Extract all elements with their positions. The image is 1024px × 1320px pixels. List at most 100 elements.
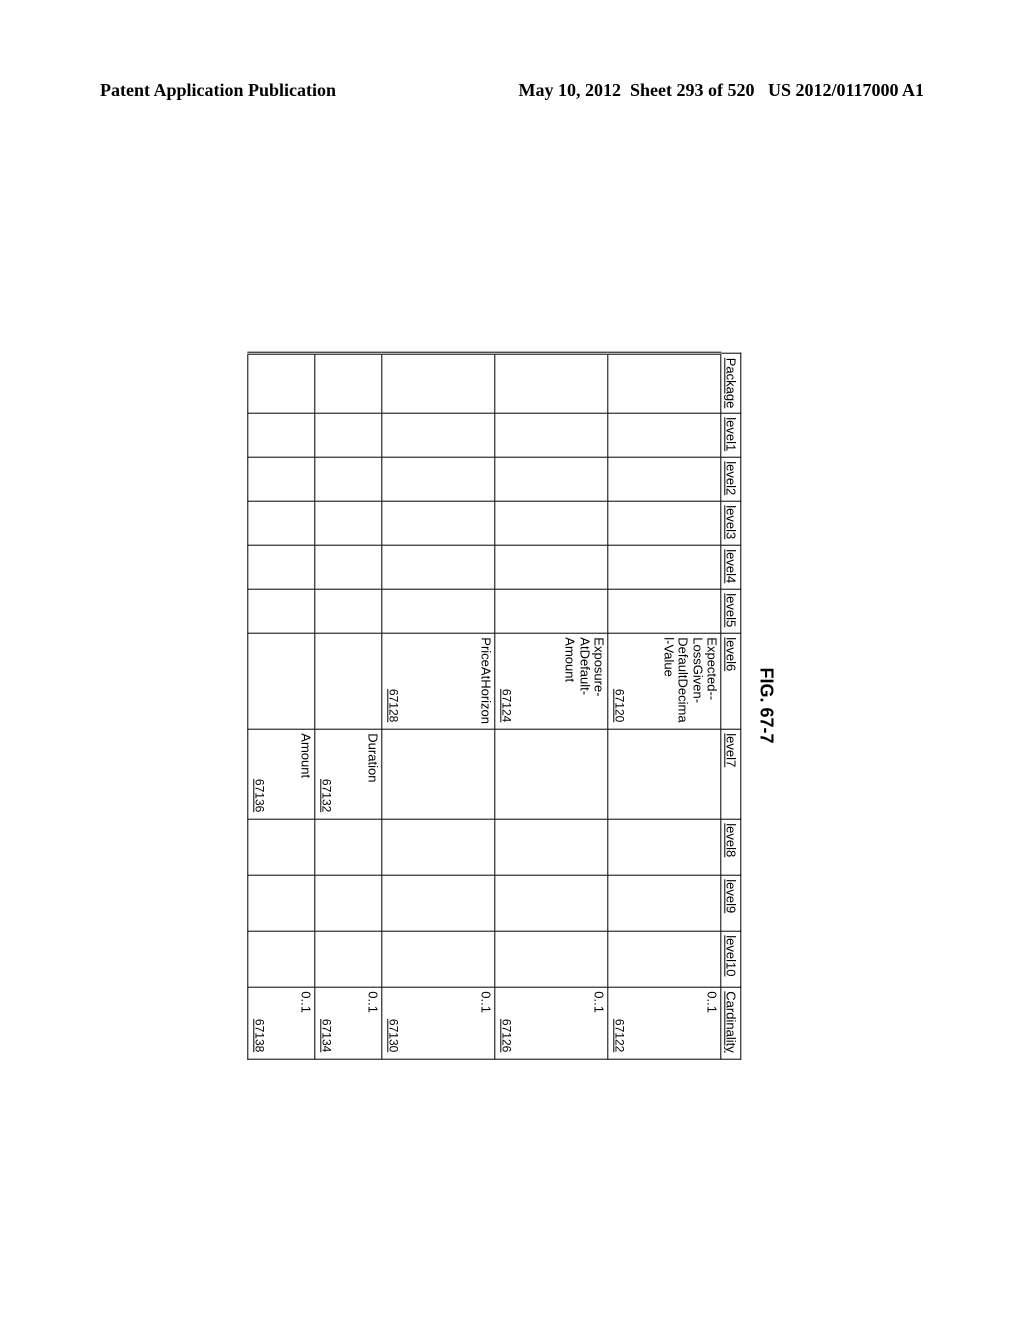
level6-text: Exposure-AtDefault-Amount — [563, 637, 606, 724]
col-package: Package — [721, 353, 741, 413]
table-row: Duration 67132 0..1 67134 — [315, 353, 382, 1059]
cell-level4 — [315, 544, 382, 588]
cell-level1 — [315, 412, 382, 456]
cell-level1 — [608, 412, 721, 456]
cell-level2 — [608, 456, 721, 500]
cardinality-ref: 67138 — [253, 1018, 267, 1051]
cell-level8 — [248, 818, 315, 874]
cell-level1 — [382, 412, 495, 456]
level6-text: PriceAtHorizon — [478, 637, 492, 724]
cardinality-ref: 67126 — [500, 1018, 514, 1051]
cell-level4 — [248, 544, 315, 588]
cell-level8 — [495, 818, 608, 874]
cell-cardinality: 0..1 67138 — [248, 986, 315, 1058]
level7-text: Amount — [298, 733, 312, 814]
level7-ref: 67136 — [253, 778, 267, 811]
cell-level10 — [608, 930, 721, 986]
cell-level2 — [382, 456, 495, 500]
cell-level5 — [608, 588, 721, 632]
table-row: Amount 67136 0..1 67138 — [248, 353, 315, 1059]
cell-level9 — [495, 874, 608, 930]
col-cardinality: Cardinality — [721, 986, 741, 1058]
cell-package — [382, 353, 495, 413]
cell-level3 — [248, 500, 315, 544]
cell-level5 — [248, 588, 315, 632]
cell-level3 — [608, 500, 721, 544]
cell-level8 — [382, 818, 495, 874]
cell-level6: Exposure-AtDefault-Amount 67124 — [495, 632, 608, 728]
level6-ref: 67120 — [613, 688, 627, 721]
cardinality-ref: 67130 — [387, 1018, 401, 1051]
cell-cardinality: 0..1 67126 — [495, 986, 608, 1058]
level7-text: Duration — [365, 733, 379, 814]
cardinality-text: 0..1 — [478, 991, 492, 1054]
pub-meta: May 10, 2012 Sheet 293 of 520 US 2012/01… — [518, 80, 924, 101]
col-level1: level1 — [721, 412, 741, 456]
page-header: Patent Application Publication May 10, 2… — [0, 0, 1024, 101]
cell-level3 — [495, 500, 608, 544]
col-level8: level8 — [721, 818, 741, 874]
cell-level6 — [248, 632, 315, 728]
level6-text: Expected--LossGiven-DefaultDecimal-Value — [661, 637, 718, 724]
cell-level5 — [315, 588, 382, 632]
level6-ref: 67128 — [387, 688, 401, 721]
cell-level9 — [608, 874, 721, 930]
col-level9: level9 — [721, 874, 741, 930]
cell-level2 — [495, 456, 608, 500]
cell-level3 — [315, 500, 382, 544]
col-level6: level6 — [721, 632, 741, 728]
cell-level4 — [608, 544, 721, 588]
cell-level7 — [608, 728, 721, 818]
table-row: Expected--LossGiven-DefaultDecimal-Value… — [608, 353, 721, 1059]
cell-package — [315, 353, 382, 413]
cell-level8 — [608, 818, 721, 874]
cardinality-ref: 67122 — [613, 1018, 627, 1051]
col-level7: level7 — [721, 728, 741, 818]
col-level4: level4 — [721, 544, 741, 588]
cell-level10 — [248, 930, 315, 986]
cell-level6: Expected--LossGiven-DefaultDecimal-Value… — [608, 632, 721, 728]
cell-cardinality: 0..1 67130 — [382, 986, 495, 1058]
cell-cardinality: 0..1 67134 — [315, 986, 382, 1058]
cell-level3 — [382, 500, 495, 544]
cell-level2 — [315, 456, 382, 500]
cardinality-ref: 67134 — [320, 1018, 334, 1051]
col-level10: level10 — [721, 930, 741, 986]
table-row: Exposure-AtDefault-Amount 67124 0..1 67126 — [495, 353, 608, 1059]
level7-ref: 67132 — [320, 778, 334, 811]
cardinality-text: 0..1 — [704, 991, 718, 1054]
cardinality-text: 0..1 — [298, 991, 312, 1054]
cell-package — [248, 353, 315, 413]
cell-level7 — [495, 728, 608, 818]
cell-package — [495, 353, 608, 413]
cell-cardinality: 0..1 67122 — [608, 986, 721, 1058]
cell-level4 — [495, 544, 608, 588]
cardinality-text: 0..1 — [591, 991, 605, 1054]
cell-level7: Amount 67136 — [248, 728, 315, 818]
cell-level2 — [248, 456, 315, 500]
col-level3: level3 — [721, 500, 741, 544]
cell-level7: Duration 67132 — [315, 728, 382, 818]
cardinality-text: 0..1 — [365, 991, 379, 1054]
cell-level7 — [382, 728, 495, 818]
cell-level9 — [382, 874, 495, 930]
col-level2: level2 — [721, 456, 741, 500]
cell-level9 — [315, 874, 382, 930]
cell-level4 — [382, 544, 495, 588]
cell-level5 — [495, 588, 608, 632]
level6-ref: 67124 — [500, 688, 514, 721]
table-row: PriceAtHorizon 67128 0..1 67130 — [382, 353, 495, 1059]
cell-level1 — [248, 412, 315, 456]
cell-level10 — [495, 930, 608, 986]
table-header-row: Package level1 level2 level3 level4 leve… — [721, 353, 741, 1059]
cell-level5 — [382, 588, 495, 632]
col-level5: level5 — [721, 588, 741, 632]
figure-area: FIG. 67-7 Package level1 level2 level3 l… — [0, 190, 1024, 1220]
cell-level1 — [495, 412, 608, 456]
cell-level8 — [315, 818, 382, 874]
cell-package — [608, 353, 721, 413]
pub-type: Patent Application Publication — [100, 80, 336, 101]
cell-level10 — [382, 930, 495, 986]
cell-level6 — [315, 632, 382, 728]
data-table: Package level1 level2 level3 level4 leve… — [248, 351, 742, 1059]
